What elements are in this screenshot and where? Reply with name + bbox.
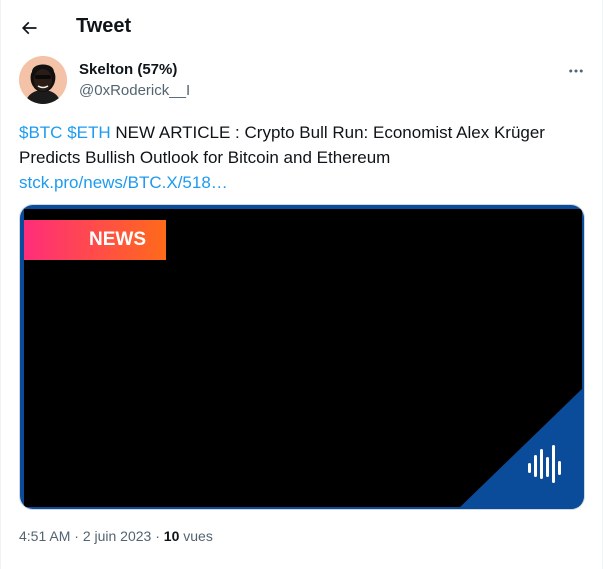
views-count: 10 [163,528,180,544]
arrow-left-icon [21,21,37,35]
tweet-page: Tweet Skelton (57%) @0xRoderick__I $BTC … [0,0,603,569]
tweet-link[interactable]: stck.pro/news/BTC.X/518… [19,173,228,192]
page-title: Tweet [76,15,132,37]
tweet-date[interactable]: 2 juin 2023 [83,528,152,544]
more-horizontal-icon [569,69,583,73]
tweet-author: Skelton (57%) @0xRoderick__I [19,56,589,108]
news-badge-label: NEWS [89,229,146,250]
more-button[interactable] [565,60,587,82]
cashtag-btc[interactable]: $BTC [19,123,62,142]
tweet-header: Tweet [1,0,603,56]
cashtag-eth[interactable]: $ETH [67,123,110,142]
avatar[interactable] [19,56,67,104]
tweet-text: $BTC $ETH NEW ARTICLE : Crypto Bull Run:… [19,120,589,195]
back-button[interactable] [15,14,43,42]
avatar-image [19,56,67,104]
views-label: vues [183,528,213,544]
meta-separator: · [74,528,79,544]
author-display-name[interactable]: Skelton (57%) [79,61,177,78]
media-card[interactable]: NEWS [19,204,585,510]
tweet-meta: 4:51 AM · 2 juin 2023 · 10 vues [19,528,213,544]
meta-separator-2: · [155,528,160,544]
author-handle[interactable]: @0xRoderick__I [79,82,190,99]
tweet-time[interactable]: 4:51 AM [19,528,70,544]
